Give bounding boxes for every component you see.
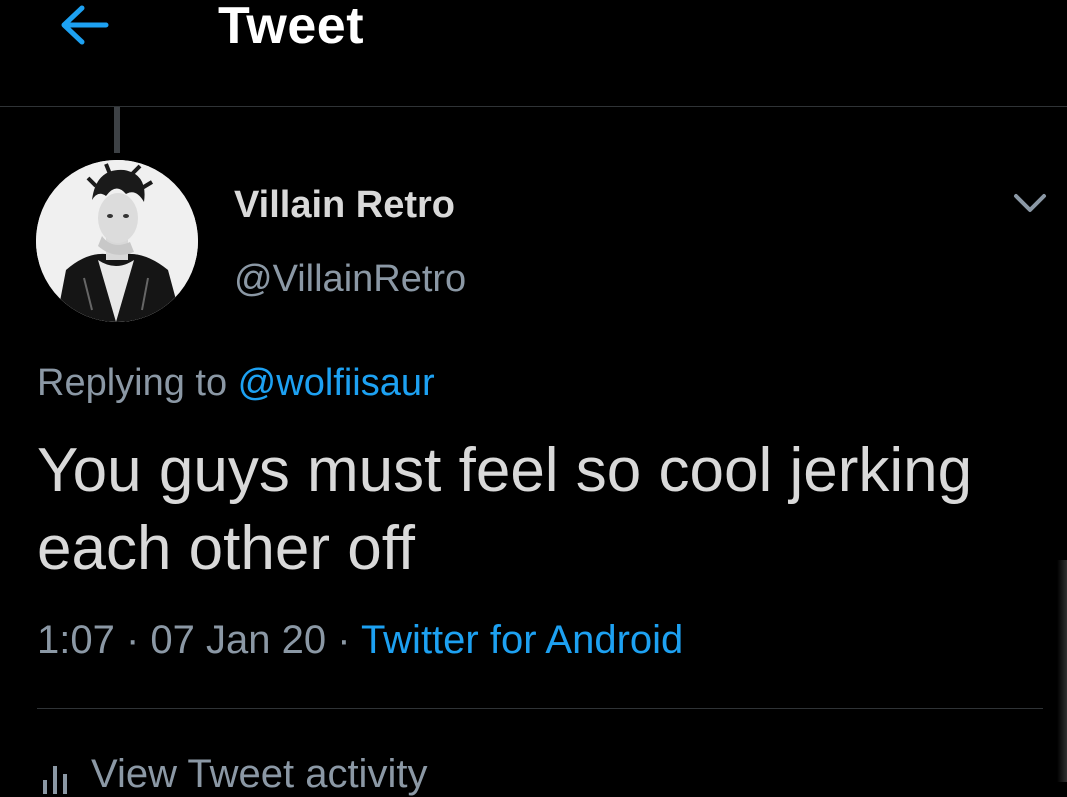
- top-bar: Tweet: [0, 0, 1067, 107]
- avatar[interactable]: [36, 160, 198, 322]
- divider: [37, 708, 1043, 709]
- author-display-name[interactable]: Villain Retro: [234, 184, 455, 227]
- avatar-photo: [36, 160, 198, 322]
- tweet-meta: 1:07 · 07 Jan 20 · Twitter for Android: [37, 618, 683, 663]
- replying-prefix: Replying to: [37, 362, 238, 404]
- screen-edge-shadow: [1057, 560, 1067, 782]
- view-activity-button[interactable]: View Tweet activity: [37, 752, 427, 797]
- arrow-left-icon: [61, 5, 109, 45]
- back-button[interactable]: [54, 0, 114, 50]
- meta-separator: ·: [114, 618, 151, 662]
- tweet-source-link[interactable]: Twitter for Android: [361, 618, 683, 662]
- tweet-time: 1:07: [37, 618, 115, 662]
- chevron-down-icon: [1014, 194, 1046, 212]
- page-title: Tweet: [218, 0, 365, 55]
- meta-separator: ·: [326, 618, 361, 662]
- replying-to-line: Replying to @wolfiisaur: [37, 362, 435, 405]
- view-activity-label: View Tweet activity: [91, 752, 428, 796]
- thread-connector-line: [114, 107, 120, 153]
- tweet-body: You guys must feel so cool jerking each …: [37, 436, 973, 583]
- reply-mention-link[interactable]: @wolfiisaur: [238, 362, 435, 404]
- tweet-menu-button[interactable]: [1010, 188, 1050, 218]
- bar-chart-icon: [43, 766, 67, 795]
- author-handle[interactable]: @VillainRetro: [234, 258, 466, 301]
- tweet-date: 07 Jan 20: [150, 618, 327, 662]
